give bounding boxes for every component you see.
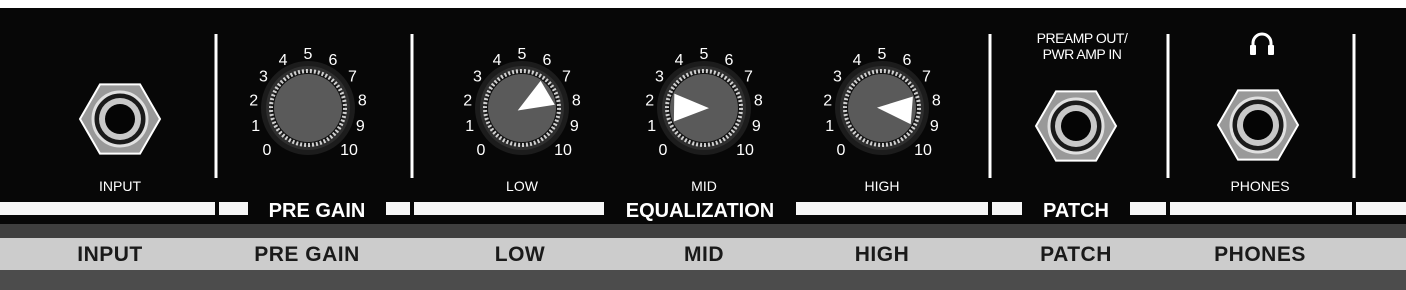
bottom-label-high: HIGH [854,243,910,266]
dial-number: 1 [825,118,834,135]
footer-strip [0,270,1406,290]
section-label-equalization: EQUALIZATION [626,200,775,222]
dial-number: 10 [736,142,754,159]
dial-number: 8 [932,92,941,109]
bottom-label-pre-gain: PRE GAIN [254,243,360,266]
section-label-pre-gain: PRE GAIN [269,200,366,222]
dial-number: 0 [263,142,272,159]
dial-number: 5 [518,46,527,63]
input-jack-label: INPUT [99,178,141,194]
stripe-gap [1352,202,1356,215]
dial-number: 0 [659,142,668,159]
dial-number: 9 [356,118,365,135]
amp-control-panel: PRE GAIN EQUALIZATION PATCH INPUT PREAMP… [0,0,1406,290]
gray-stripe [0,224,1406,238]
dial-number: 7 [744,69,753,86]
stripe-gap [1166,202,1170,215]
dial-number: 7 [562,69,571,86]
dial-number: 2 [463,92,472,109]
bottom-label-patch: PATCH [1040,243,1112,266]
dial-number: 0 [477,142,486,159]
dial-number: 3 [259,69,268,86]
dial-number: 5 [878,46,887,63]
patch-label-line1: PREAMP OUT/ [1037,30,1128,46]
stripe-gap [410,202,414,215]
bottom-label-mid: MID [684,243,724,266]
dial-number: 8 [754,92,763,109]
dial-number: 2 [249,92,258,109]
dial-number: 10 [914,142,932,159]
jack-hole [1243,110,1273,140]
dial-number: 8 [572,92,581,109]
dial-number: 7 [348,69,357,86]
dial-number: 2 [645,92,654,109]
dial-number: 2 [823,92,832,109]
bottom-label-input: INPUT [77,243,143,266]
dial-number: 3 [655,69,664,86]
dial-number: 7 [922,69,931,86]
bottom-label-row: INPUT PRE GAIN LOW MID HIGH PATCH PHONES [0,242,1406,268]
dial-number: 1 [251,118,260,135]
dial-number: 10 [554,142,572,159]
bottom-label-phones: PHONES [1214,243,1306,266]
phones-jack-label: PHONES [1230,178,1289,194]
jack-hole [105,104,135,134]
dial-number: 1 [647,118,656,135]
dial-number: 6 [329,52,338,69]
dial-number: 5 [304,46,313,63]
dial-number: 6 [725,52,734,69]
low-knob-label: LOW [506,178,539,194]
dial-number: 3 [473,69,482,86]
dial-number: 9 [930,118,939,135]
stripe-gap [215,202,219,215]
dial-number: 4 [853,52,862,69]
stripe-gap [988,202,992,215]
mid-knob-label: MID [691,178,717,194]
dial-number: 3 [833,69,842,86]
dial-number: 6 [543,52,552,69]
dial-number: 5 [700,46,709,63]
bottom-label-low: LOW [494,243,546,266]
section-label-patch: PATCH [1043,200,1109,222]
dial-number: 10 [340,142,358,159]
dial-number: 4 [493,52,502,69]
patch-label-line2: PWR AMP IN [1043,46,1122,62]
dial-number: 9 [752,118,761,135]
dial-number: 0 [837,142,846,159]
knob-face [274,74,342,142]
dial-number: 6 [903,52,912,69]
dial-number: 8 [358,92,367,109]
dial-number: 4 [279,52,288,69]
high-knob-label: HIGH [865,178,900,194]
dial-number: 9 [570,118,579,135]
dial-number: 1 [465,118,474,135]
jack-hole [1061,111,1091,141]
dial-number: 4 [675,52,684,69]
